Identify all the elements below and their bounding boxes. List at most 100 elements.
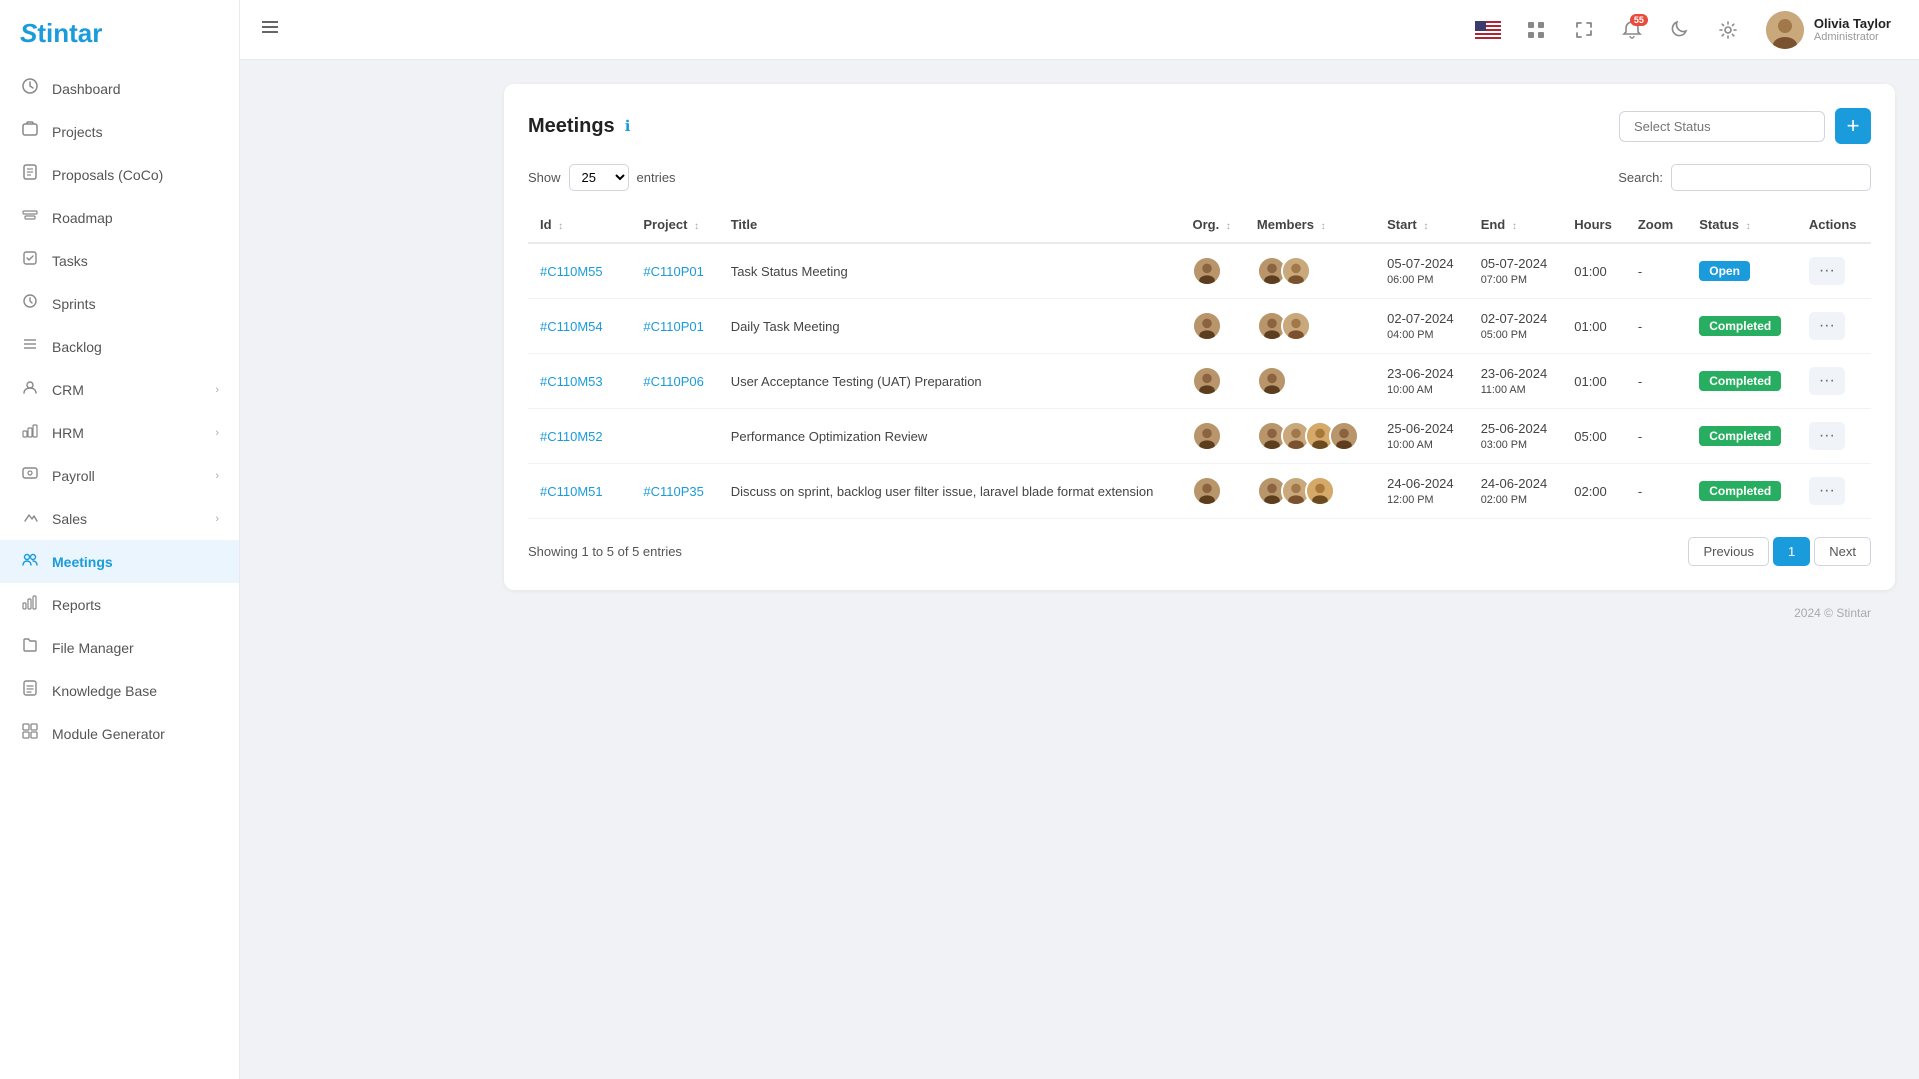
cell-status: Completed: [1687, 464, 1797, 519]
meetings-header: Meetings ℹ +: [528, 108, 1871, 144]
status-badge: Completed: [1699, 426, 1781, 446]
cell-zoom: -: [1626, 299, 1687, 354]
cell-actions: ···: [1797, 299, 1871, 354]
project-link[interactable]: #C110P01: [643, 319, 703, 334]
sidebar-item-label: CRM: [52, 382, 84, 398]
table-row: #C110M52 Performance Optimization Review…: [528, 409, 1871, 464]
chevron-right-icon: ›: [215, 513, 219, 525]
cell-start: 02-07-202404:00 PM: [1375, 299, 1469, 354]
sidebar-item-dashboard[interactable]: Dashboard: [0, 67, 239, 110]
entries-select[interactable]: 25 50 100: [569, 164, 629, 191]
action-menu-button[interactable]: ···: [1809, 312, 1845, 340]
status-badge: Completed: [1699, 371, 1781, 391]
sidebar-item-label: Payroll: [52, 468, 95, 484]
pagination-info: Showing 1 to 5 of 5 entries: [528, 544, 682, 559]
next-page-button[interactable]: Next: [1814, 537, 1871, 566]
sidebar-item-meetings[interactable]: Meetings: [0, 540, 239, 583]
language-selector[interactable]: [1470, 12, 1506, 48]
avatar: [1192, 256, 1222, 286]
project-link[interactable]: #C110P06: [643, 374, 703, 389]
cell-project: #C110P01: [631, 299, 718, 354]
sidebar-item-sprints[interactable]: Sprints: [0, 282, 239, 325]
col-members[interactable]: Members ↕: [1245, 207, 1375, 243]
col-org[interactable]: Org. ↕: [1180, 207, 1244, 243]
meeting-id-link[interactable]: #C110M52: [540, 429, 603, 444]
sidebar-item-sales[interactable]: Sales ›: [0, 497, 239, 540]
cell-members: [1245, 354, 1375, 409]
sidebar-item-knowledge-base[interactable]: Knowledge Base: [0, 669, 239, 712]
sidebar-item-label: Sprints: [52, 296, 96, 312]
cell-id: #C110M55: [528, 243, 631, 299]
current-page-button[interactable]: 1: [1773, 537, 1810, 566]
col-id[interactable]: Id ↕: [528, 207, 631, 243]
sidebar-item-crm[interactable]: CRM ›: [0, 368, 239, 411]
sidebar-item-roadmap[interactable]: Roadmap: [0, 196, 239, 239]
hamburger-menu[interactable]: [260, 17, 280, 43]
avatar: [1329, 421, 1359, 451]
cell-id: #C110M53: [528, 354, 631, 409]
project-link[interactable]: #C110P35: [643, 484, 703, 499]
entries-text: entries: [637, 170, 676, 185]
sidebar-item-label: HRM: [52, 425, 84, 441]
proposals-icon: [20, 164, 40, 185]
dark-mode-toggle[interactable]: [1662, 12, 1698, 48]
sales-icon: [20, 508, 40, 529]
cell-project: #C110P01: [631, 243, 718, 299]
action-menu-button[interactable]: ···: [1809, 422, 1845, 450]
avatar: [1257, 366, 1287, 396]
add-meeting-button[interactable]: +: [1835, 108, 1871, 144]
sidebar-item-hrm[interactable]: HRM ›: [0, 411, 239, 454]
header: 55 Olivia Taylor Administrator: [240, 0, 1919, 60]
sidebar-item-label: Proposals (CoCo): [52, 167, 163, 183]
action-menu-button[interactable]: ···: [1809, 257, 1845, 285]
info-icon[interactable]: ℹ: [625, 117, 631, 135]
meeting-id-link[interactable]: #C110M54: [540, 319, 603, 334]
sidebar-item-file-manager[interactable]: File Manager: [0, 626, 239, 669]
col-project[interactable]: Project ↕: [631, 207, 718, 243]
pagination-right: Previous 1 Next: [1688, 537, 1871, 566]
search-input[interactable]: [1671, 164, 1871, 191]
table-header-row: Id ↕ Project ↕ Title Org. ↕ Members ↕ St…: [528, 207, 1871, 243]
cell-hours: 02:00: [1562, 464, 1626, 519]
col-start[interactable]: Start ↕: [1375, 207, 1469, 243]
cell-org: [1180, 464, 1244, 519]
cell-zoom: -: [1626, 243, 1687, 299]
sidebar-item-tasks[interactable]: Tasks: [0, 239, 239, 282]
meeting-id-link[interactable]: #C110M53: [540, 374, 603, 389]
cell-project: #C110P35: [631, 464, 718, 519]
meeting-id-link[interactable]: #C110M55: [540, 264, 603, 279]
notification-count: 55: [1630, 14, 1648, 26]
sidebar-item-reports[interactable]: Reports: [0, 583, 239, 626]
action-menu-button[interactable]: ···: [1809, 367, 1845, 395]
col-status[interactable]: Status ↕: [1687, 207, 1797, 243]
payroll-icon: [20, 465, 40, 486]
member-avatars: [1257, 256, 1363, 286]
user-profile[interactable]: Olivia Taylor Administrator: [1758, 7, 1899, 53]
settings-icon[interactable]: [1710, 12, 1746, 48]
meeting-id-link[interactable]: #C110M51: [540, 484, 603, 499]
org-avatars: [1192, 311, 1232, 341]
footer-text: 2024 © Stintar: [1794, 606, 1871, 620]
fullscreen-icon[interactable]: [1566, 12, 1602, 48]
sidebar-item-payroll[interactable]: Payroll ›: [0, 454, 239, 497]
project-link[interactable]: #C110P01: [643, 264, 703, 279]
notification-bell[interactable]: 55: [1614, 12, 1650, 48]
cell-org: [1180, 409, 1244, 464]
member-avatars: [1257, 366, 1363, 396]
app-logo: Stintar: [20, 18, 102, 49]
reports-icon: [20, 594, 40, 615]
sidebar-item-projects[interactable]: Projects: [0, 110, 239, 153]
sidebar-item-backlog[interactable]: Backlog: [0, 325, 239, 368]
cell-status: Completed: [1687, 409, 1797, 464]
prev-page-button[interactable]: Previous: [1688, 537, 1769, 566]
org-avatars: [1192, 256, 1232, 286]
table-row: #C110M53 #C110P06 User Acceptance Testin…: [528, 354, 1871, 409]
action-menu-button[interactable]: ···: [1809, 477, 1845, 505]
table-row: #C110M54 #C110P01 Daily Task Meeting 02-…: [528, 299, 1871, 354]
apps-grid-icon[interactable]: [1518, 12, 1554, 48]
col-end[interactable]: End ↕: [1469, 207, 1563, 243]
cell-title: Daily Task Meeting: [719, 299, 1181, 354]
sidebar-item-module-generator[interactable]: Module Generator: [0, 712, 239, 755]
select-status-input[interactable]: [1619, 111, 1825, 142]
sidebar-item-proposals[interactable]: Proposals (CoCo): [0, 153, 239, 196]
